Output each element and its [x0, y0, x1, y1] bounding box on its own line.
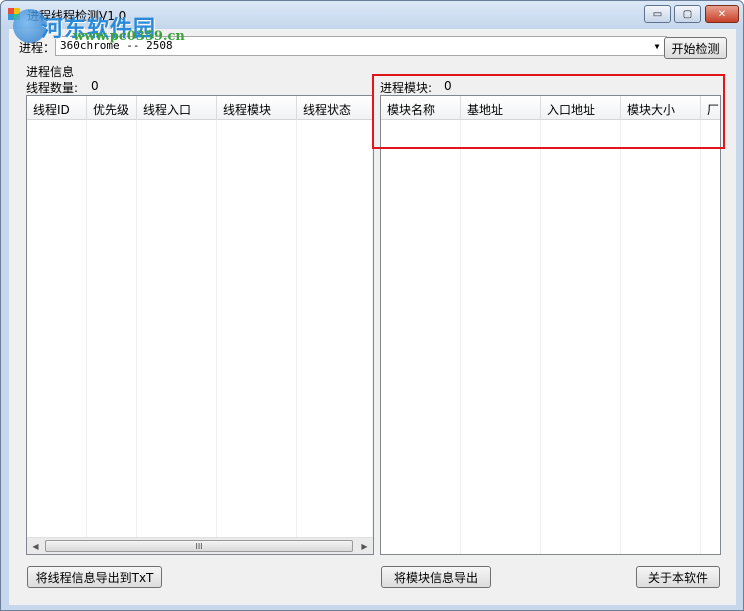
export-modules-button[interactable]: 将模块信息导出: [381, 566, 491, 588]
column-entry-address[interactable]: 入口地址: [541, 96, 621, 120]
title-bar[interactable]: 进程线程检测V1.0 ▭ ▢ ✕: [1, 1, 743, 29]
module-list-body: [381, 120, 701, 554]
column-thread-id[interactable]: 线程ID: [27, 96, 87, 120]
process-label: 进程：: [19, 41, 56, 55]
about-button[interactable]: 关于本软件: [636, 566, 720, 588]
thread-count-value: 0: [91, 79, 99, 93]
column-thread-state[interactable]: 线程状态: [297, 96, 373, 120]
thread-listview[interactable]: 线程ID 优先级 线程入口 线程模块 线程状态 ◀ III ▶: [26, 95, 374, 555]
module-listview[interactable]: 模块名称 基地址 入口地址 模块大小 厂: [380, 95, 721, 555]
column-module-name[interactable]: 模块名称: [381, 96, 461, 120]
scroll-right-icon[interactable]: ▶: [356, 538, 373, 554]
app-icon: [8, 8, 20, 20]
export-threads-button[interactable]: 将线程信息导出到TxT: [27, 566, 162, 588]
chevron-down-icon[interactable]: ▼: [650, 37, 664, 55]
window-title: 进程线程检测V1.0: [27, 9, 127, 23]
close-button[interactable]: ✕: [705, 5, 739, 23]
module-count-value: 0: [444, 79, 452, 93]
column-vendor[interactable]: 厂: [701, 96, 720, 120]
thread-list-header: 线程ID 优先级 线程入口 线程模块 线程状态: [27, 96, 373, 120]
column-thread-module[interactable]: 线程模块: [217, 96, 297, 120]
column-thread-entry[interactable]: 线程入口: [137, 96, 217, 120]
module-panel-label: 进程模块:: [380, 81, 433, 95]
horizontal-scrollbar[interactable]: ◀ III ▶: [27, 537, 373, 554]
scroll-left-icon[interactable]: ◀: [27, 538, 44, 554]
scrollbar-thumb[interactable]: III: [45, 540, 353, 552]
column-base-address[interactable]: 基地址: [461, 96, 541, 120]
maximize-button[interactable]: ▢: [674, 5, 701, 23]
minimize-button[interactable]: ▭: [644, 5, 671, 23]
thread-count-label: 线程数量:: [26, 81, 79, 95]
start-detect-button[interactable]: 开始检测: [664, 37, 727, 59]
process-info-label: 进程信息: [26, 65, 75, 79]
thread-list-body: [27, 120, 373, 554]
module-list-header: 模块名称 基地址 入口地址 模块大小 厂: [381, 96, 720, 120]
process-combobox-value: 360chrome -- 2508: [60, 39, 173, 52]
column-module-size[interactable]: 模块大小: [621, 96, 701, 120]
column-priority[interactable]: 优先级: [87, 96, 137, 120]
app-window: 进程线程检测V1.0 ▭ ▢ ✕ 进程： 360chrome -- 2508 ▼…: [0, 0, 744, 611]
client-area: 进程： 360chrome -- 2508 ▼ 开始检测 进程信息 线程数量: …: [9, 9, 736, 605]
process-combobox[interactable]: 360chrome -- 2508 ▼: [55, 36, 667, 56]
